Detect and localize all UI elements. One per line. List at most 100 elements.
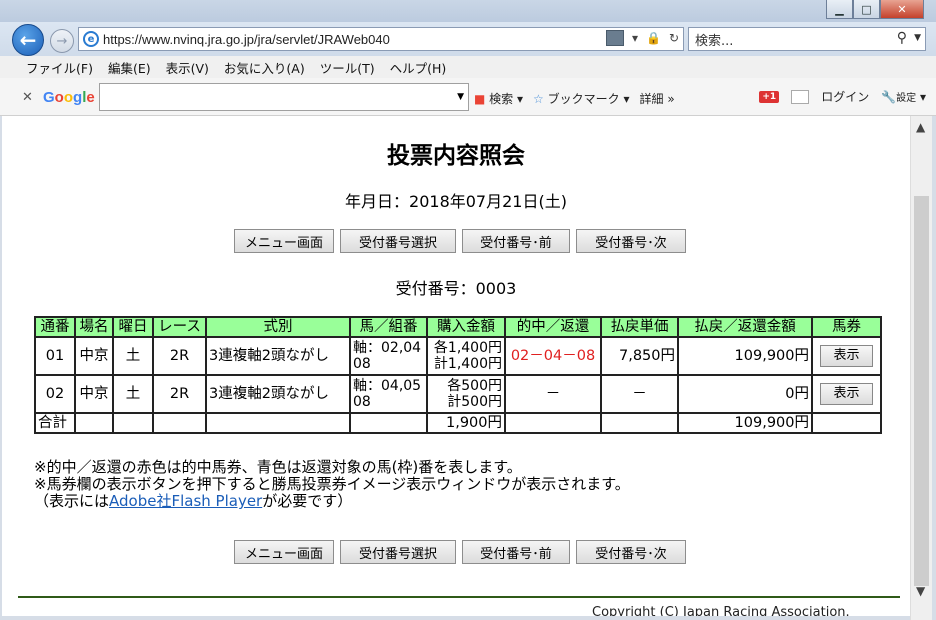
- menu-screen-button[interactable]: メニュー画面: [234, 540, 334, 564]
- maximize-button[interactable]: □: [853, 0, 880, 19]
- minimize-button[interactable]: ▁: [826, 0, 853, 19]
- col-header-payout: 払戻／返還金額: [677, 316, 813, 338]
- cell-day: 土: [112, 336, 154, 376]
- table-header-row: 通番 場名 曜日 レース 式別 馬／組番 購入金額 的中／返還 払戻単価 払戻／…: [34, 316, 882, 338]
- col-header-type: 式別: [205, 316, 351, 338]
- settings-label: 設定: [896, 93, 917, 104]
- cell-race: 2R: [152, 374, 207, 414]
- address-bar[interactable]: e https://www.nvinq.jra.go.jp/jra/servle…: [78, 27, 684, 51]
- cell-combo: 軸：04,05 08: [349, 374, 428, 414]
- top-button-row: メニュー画面 受付番号選択 受付番号･前 受付番号･次: [234, 229, 686, 253]
- search-icon[interactable]: ⚲: [897, 30, 907, 46]
- detail-button[interactable]: 詳細 »: [639, 90, 674, 107]
- close-button[interactable]: ✕: [880, 0, 924, 19]
- search-placeholder: 検索...: [695, 33, 734, 49]
- cell-empty: [152, 412, 207, 434]
- compatibility-view-icon[interactable]: [605, 30, 624, 46]
- cell-hit: 02－04－08: [504, 336, 602, 376]
- vertical-scrollbar[interactable]: ▲ ▼: [910, 116, 932, 620]
- google-toolbar: ✕ Google ▼ ■ 検索 ▾ ☆ ブックマーク ▾ 詳細 » +1 ログイ…: [0, 78, 936, 116]
- combo-line-2: 08: [353, 394, 371, 410]
- search-dropdown-icon[interactable]: ▼: [914, 33, 921, 43]
- cell-hit: －: [504, 374, 602, 414]
- google-dropdown-icon[interactable]: ▼: [457, 92, 464, 102]
- combo-line-2: 08: [353, 356, 371, 372]
- forward-button[interactable]: →: [50, 29, 74, 53]
- menu-file[interactable]: ファイル(F): [26, 58, 93, 77]
- refresh-icon[interactable]: ↻: [669, 31, 679, 45]
- table-row: 02 中京 土 2R 3連複軸2頭ながし 軸：04,05 08 各500円 計500…: [34, 374, 882, 414]
- address-dropdown-icon[interactable]: ▾: [632, 31, 638, 45]
- address-text: https://www.nvinq.jra.go.jp/jra/servlet/…: [103, 31, 390, 47]
- receipt-prev-button[interactable]: 受付番号･前: [462, 540, 570, 564]
- show-ticket-button[interactable]: 表示: [820, 383, 873, 405]
- menu-edit[interactable]: 編集(E): [108, 58, 151, 77]
- cell-empty: [504, 412, 602, 434]
- cell-unit: －: [600, 374, 679, 414]
- col-header-no: 通番: [34, 316, 76, 338]
- receipt-select-button[interactable]: 受付番号選択: [340, 540, 456, 564]
- cell-day: 土: [112, 374, 154, 414]
- close-toolbar-icon[interactable]: ✕: [22, 90, 33, 105]
- window-controls: ▁ □ ✕: [826, 0, 924, 20]
- note-line-3-pre: （表示には: [34, 492, 110, 510]
- cell-ticket: 表示: [811, 374, 882, 414]
- cell-type: 3連複軸2頭ながし: [205, 336, 351, 376]
- cell-no: 02: [34, 374, 76, 414]
- bookmark-button[interactable]: ☆ ブックマーク ▾: [533, 90, 629, 107]
- scroll-up-icon[interactable]: ▲: [916, 120, 925, 134]
- menu-favorites[interactable]: お気に入り(A): [224, 58, 305, 77]
- col-header-day: 曜日: [112, 316, 154, 338]
- cell-total-payout: 109,900円: [677, 412, 813, 434]
- bookmark-label: ブックマーク: [547, 92, 620, 106]
- google-logo: Google: [43, 89, 95, 106]
- notes-block: ※的中／返還の赤色は的中馬券、青色は返還対象の馬(枠)番を表します。 ※馬券欄の…: [34, 459, 630, 510]
- scroll-thumb[interactable]: [914, 196, 929, 586]
- flash-player-link[interactable]: Adobe社Flash Player: [109, 492, 262, 510]
- receipt-next-button[interactable]: 受付番号･次: [576, 540, 686, 564]
- google-search-input[interactable]: ▼: [99, 83, 469, 111]
- note-line-1: ※的中／返還の赤色は的中馬券、青色は返還対象の馬(枠)番を表します。: [34, 458, 522, 476]
- cell-total-label: 合計: [34, 412, 76, 434]
- menu-view[interactable]: 表示(V): [166, 58, 209, 77]
- google-login-link[interactable]: ログイン: [821, 88, 869, 105]
- receipt-prev-button[interactable]: 受付番号･前: [462, 229, 570, 253]
- back-button[interactable]: ←: [12, 24, 44, 56]
- col-header-combo: 馬／組番: [349, 316, 428, 338]
- menu-tools[interactable]: ツール(T): [320, 58, 375, 77]
- cell-ticket: 表示: [811, 336, 882, 376]
- note-line-3: （表示にはAdobe社Flash Playerが必要です）: [34, 493, 630, 510]
- cell-empty: [205, 412, 351, 434]
- show-ticket-button[interactable]: 表示: [820, 345, 873, 367]
- cell-empty: [112, 412, 154, 434]
- amount-total: 計500円: [447, 394, 502, 410]
- wrench-icon: 🔧: [881, 90, 897, 104]
- forward-arrow-icon: →: [56, 33, 68, 49]
- gplus-button[interactable]: +1: [759, 90, 780, 103]
- table-row: 01 中京 土 2R 3連複軸2頭ながし 軸：02,04 08 各1,400円 計1…: [34, 336, 882, 376]
- browser-search-input[interactable]: 検索... ⚲ ▼: [688, 27, 926, 51]
- cell-type: 3連複軸2頭ながし: [205, 374, 351, 414]
- google-search-label: 検索: [489, 92, 514, 106]
- cell-empty: [600, 412, 679, 434]
- page-viewport: 投票内容照会 年月日：2018年07月21日(土) メニュー画面 受付番号選択 …: [2, 116, 910, 616]
- cell-venue: 中京: [74, 374, 114, 414]
- amount-total: 計1,400円: [433, 356, 502, 372]
- cell-empty: [349, 412, 428, 434]
- date-line: 年月日：2018年07月21日(土): [345, 192, 567, 211]
- col-header-unit: 払戻単価: [600, 316, 679, 338]
- receipt-select-button[interactable]: 受付番号選択: [340, 229, 456, 253]
- combo-line-1: 軸：04,05: [353, 378, 422, 394]
- detail-label: 詳細: [639, 92, 664, 106]
- col-header-race: レース: [152, 316, 207, 338]
- scroll-down-icon[interactable]: ▼: [916, 584, 925, 598]
- menu-screen-button[interactable]: メニュー画面: [234, 229, 334, 253]
- ticket-table: 通番 場名 曜日 レース 式別 馬／組番 購入金額 的中／返還 払戻単価 払戻／…: [34, 316, 882, 434]
- settings-button[interactable]: 🔧設定 ▾: [881, 89, 926, 104]
- receipt-next-button[interactable]: 受付番号･次: [576, 229, 686, 253]
- lock-icon[interactable]: 🔒: [646, 31, 661, 45]
- google-search-button[interactable]: ■ 検索 ▾: [474, 90, 523, 107]
- note-line-2: ※馬券欄の表示ボタンを押下すると勝馬投票券イメージ表示ウィンドウが表示されます。: [34, 475, 630, 493]
- amount-each: 各500円: [447, 378, 502, 394]
- menu-help[interactable]: ヘルプ(H): [390, 58, 447, 77]
